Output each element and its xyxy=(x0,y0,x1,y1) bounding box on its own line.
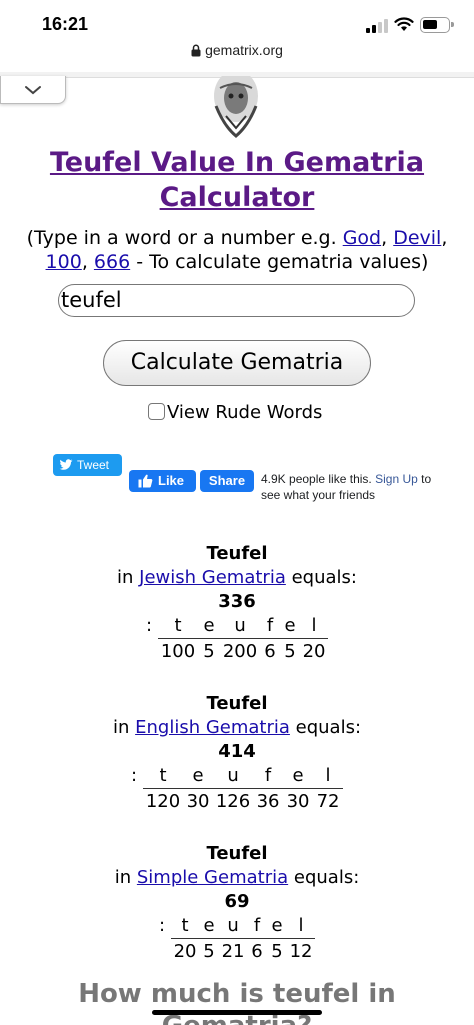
facebook-like-button[interactable]: Like xyxy=(129,470,196,492)
status-bar: 16:21 xyxy=(0,0,474,44)
letter-breakdown: : t e u f e l 100 5 200 6 5 20 xyxy=(146,614,329,665)
section-heading: How much is teufel in Gematria? xyxy=(78,979,396,1025)
letter-breakdown: : t e u f e l 120 30 126 36 30 72 xyxy=(131,764,344,815)
status-time: 16:21 xyxy=(42,14,89,34)
result-word: Teufel xyxy=(206,843,268,864)
result-word: Teufel xyxy=(206,543,268,564)
result-jewish: Teufel in Jewish Gematria equals: 336 : … xyxy=(0,542,474,665)
facebook-share-button[interactable]: Share xyxy=(200,470,254,492)
example-link-devil[interactable]: Devil xyxy=(393,227,441,249)
jewish-gematria-link[interactable]: Jewish Gematria xyxy=(139,567,286,588)
result-total: 69 xyxy=(224,891,250,912)
result-total: 414 xyxy=(218,741,256,762)
example-link-god[interactable]: God xyxy=(343,227,381,249)
example-link-666[interactable]: 666 xyxy=(94,251,130,273)
home-indicator[interactable] xyxy=(152,1010,322,1015)
signal-icon xyxy=(366,19,388,33)
like-label: Like xyxy=(158,473,185,488)
intro-text: (Type in a word or a number e.g. God, De… xyxy=(26,227,448,273)
url-text: gematrix.org xyxy=(205,42,283,58)
result-system-line: in English Gematria equals: xyxy=(112,717,362,738)
tweet-label: Tweet xyxy=(77,458,110,472)
like-count-text: 4.9K people like this. xyxy=(261,472,372,486)
battery-icon xyxy=(420,17,454,33)
result-total: 336 xyxy=(218,591,256,612)
collapse-menu-button[interactable] xyxy=(0,76,66,104)
result-system-line: in Simple Gematria equals: xyxy=(114,867,360,888)
simple-gematria-link[interactable]: Simple Gematria xyxy=(137,867,288,888)
chevron-down-icon xyxy=(25,85,41,94)
rude-words-label: View Rude Words xyxy=(167,402,323,423)
intro-prefix: (Type in a word or a number e.g. xyxy=(26,227,337,249)
result-system-line: in Jewish Gematria equals: xyxy=(117,567,357,588)
tweet-button[interactable]: Tweet xyxy=(53,454,122,476)
view-rude-words-option[interactable]: View Rude Words xyxy=(148,402,322,424)
calculate-button[interactable]: Calculate Gematria xyxy=(103,340,371,386)
signup-link[interactable]: Sign Up xyxy=(375,472,418,486)
page-title[interactable]: Teufel Value In Gematria Calculator xyxy=(20,145,454,215)
intro-suffix: - To calculate gematria values) xyxy=(136,251,429,273)
facebook-like-count: 4.9K people like this. Sign Up to see wh… xyxy=(261,471,441,503)
result-word: Teufel xyxy=(206,693,268,714)
twitter-bird-icon xyxy=(59,459,73,470)
english-gematria-link[interactable]: English Gematria xyxy=(135,717,290,738)
result-simple: Teufel in Simple Gematria equals: 69 : t… xyxy=(0,842,474,965)
wifi-icon xyxy=(394,17,414,31)
result-english: Teufel in English Gematria equals: 414 :… xyxy=(0,692,474,815)
site-logo xyxy=(214,76,258,138)
lock-icon xyxy=(191,44,201,57)
thumbs-up-icon xyxy=(138,474,153,488)
letter-breakdown: : t e u f e l 20 5 21 6 5 12 xyxy=(159,914,316,965)
address-bar[interactable]: gematrix.org xyxy=(0,42,474,70)
example-link-100[interactable]: 100 xyxy=(46,251,82,273)
rude-words-checkbox[interactable] xyxy=(148,403,165,420)
search-input[interactable]: teufel xyxy=(58,284,415,317)
